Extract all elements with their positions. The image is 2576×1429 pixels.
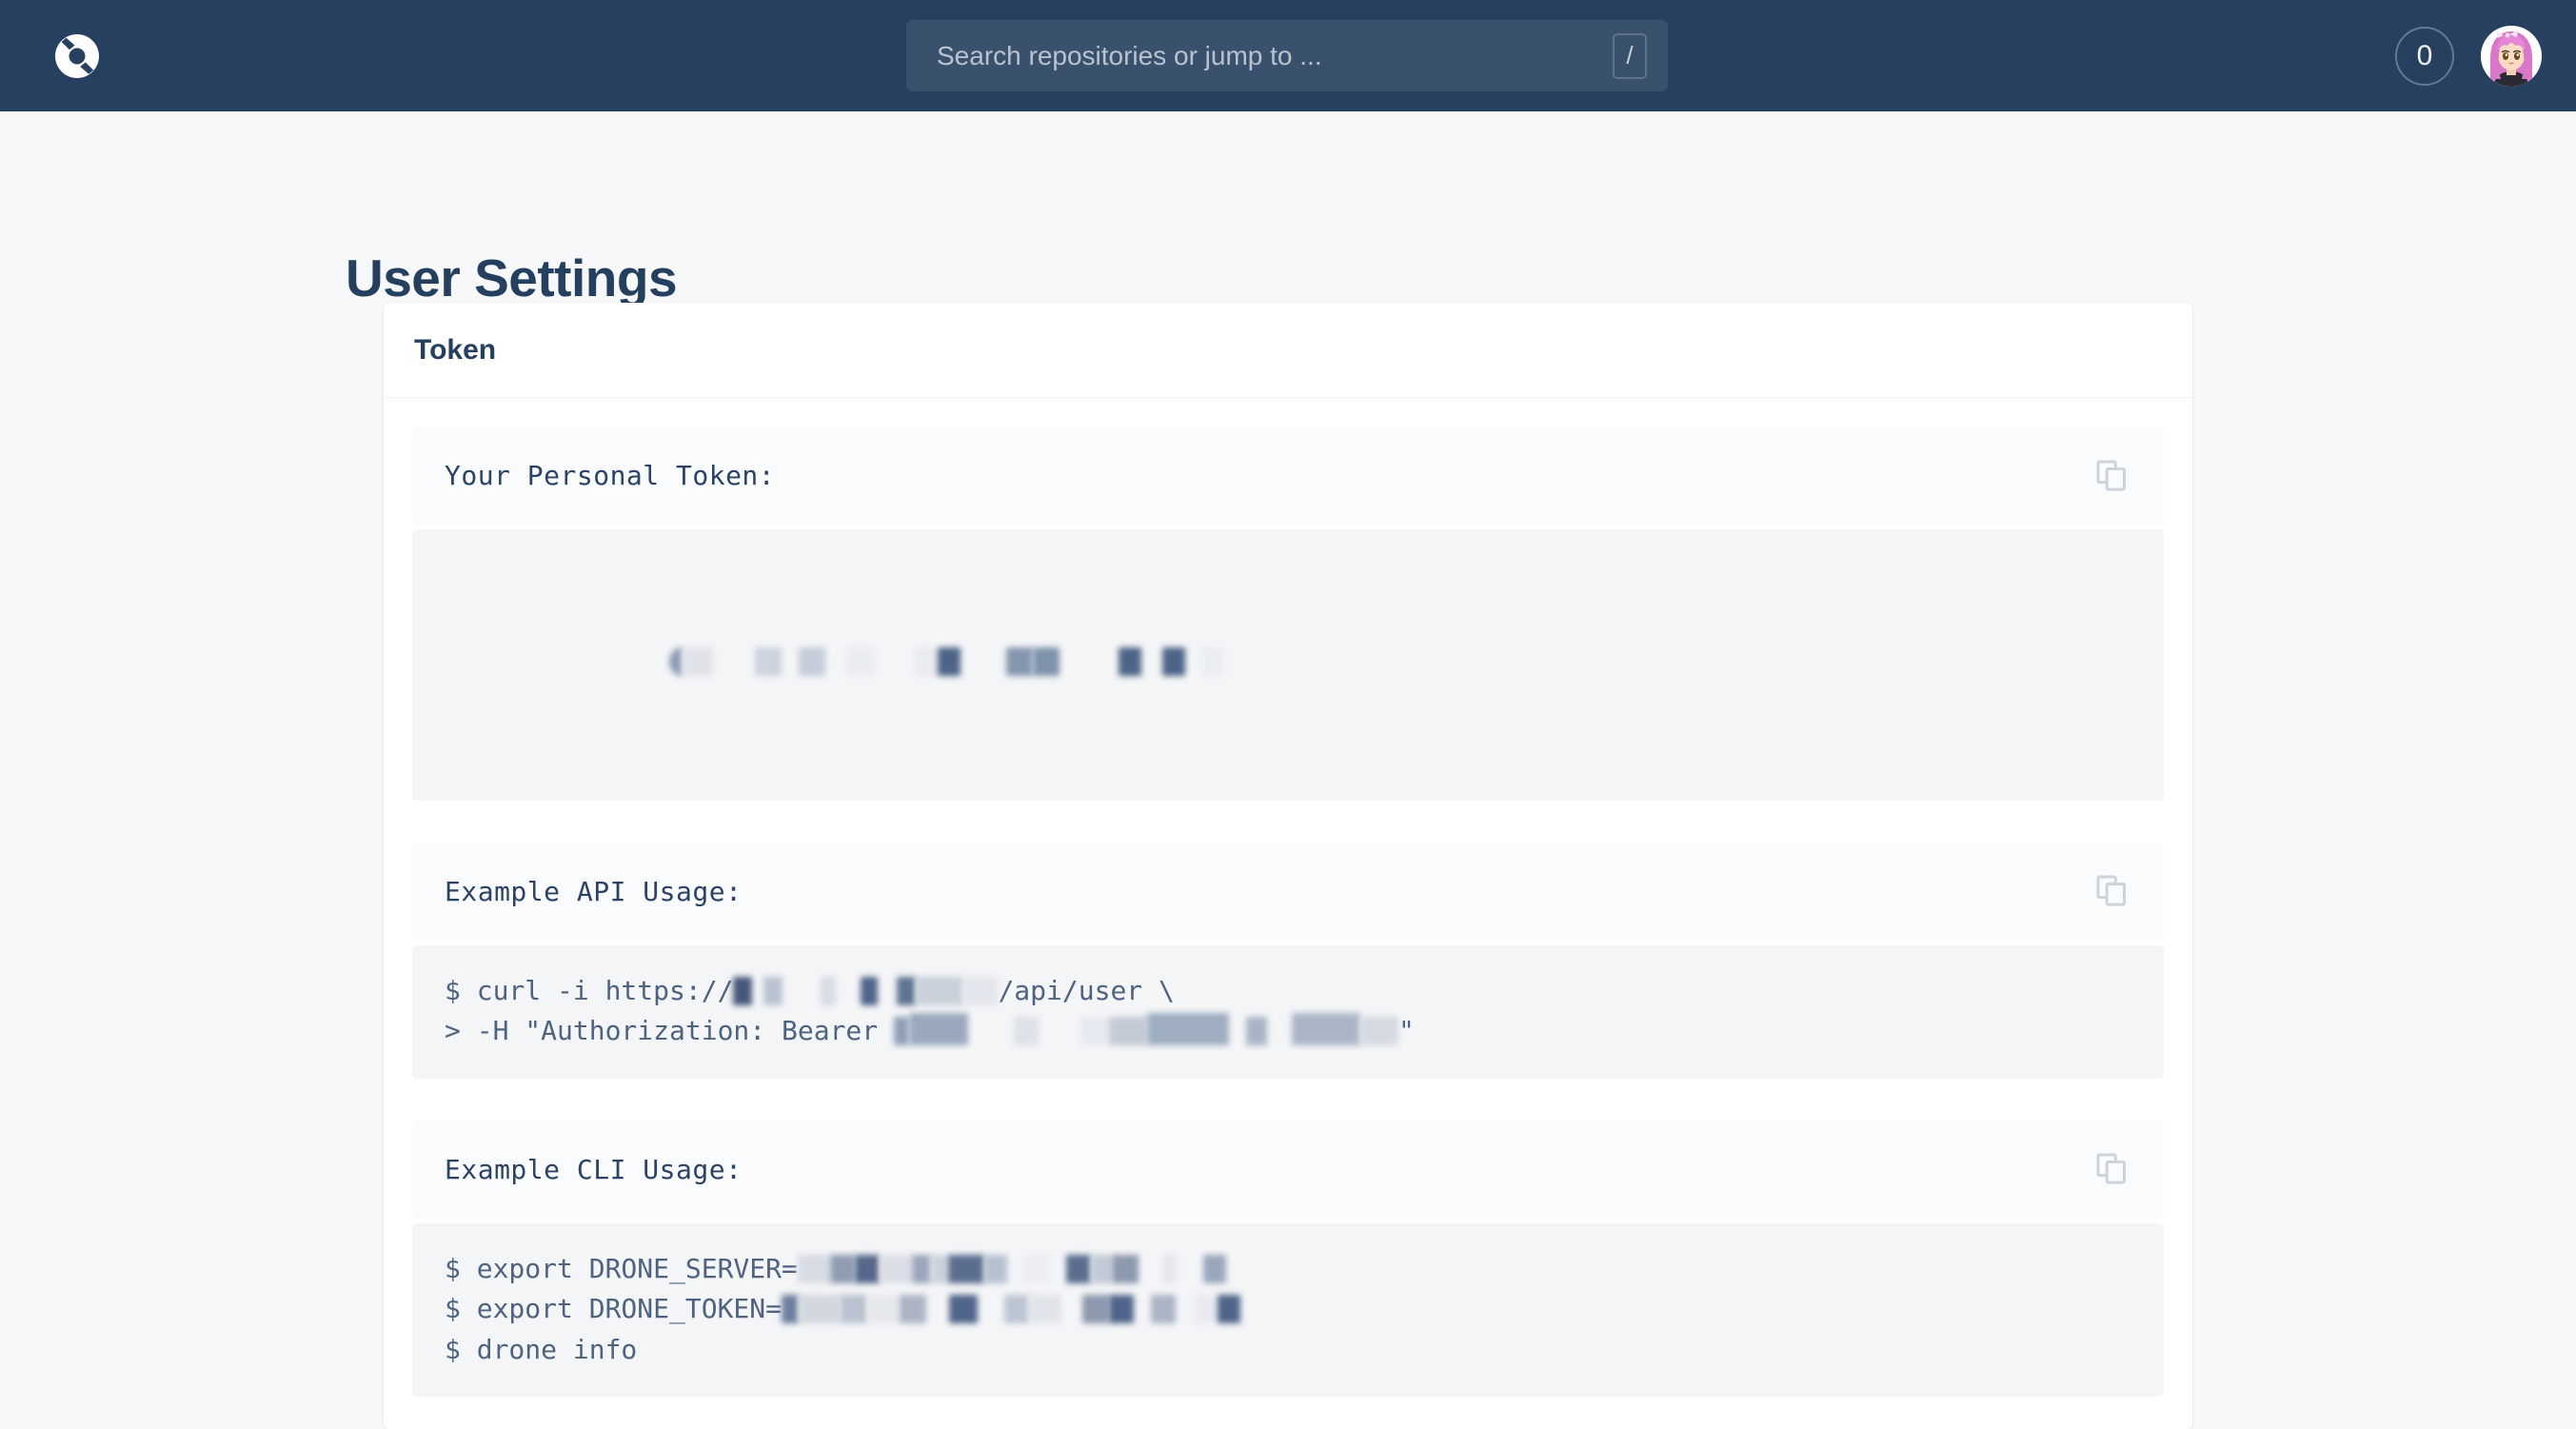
cli-usage-label: Example CLI Usage: — [445, 1153, 743, 1185]
search-shortcut-hint: / — [1613, 32, 1647, 79]
copy-icon-glyph — [2096, 460, 2126, 491]
copy-icon-glyph — [2096, 875, 2126, 906]
personal-token-section: Your Personal Token: — [412, 427, 2164, 525]
token-card-body: Your Personal Token: Example API Usage: — [384, 398, 2192, 1429]
cli-code-line-1-prefix: $ export DRONE_SERVER= — [445, 1252, 798, 1284]
api-code-line-2-suffix: " — [1398, 1015, 1415, 1047]
redacted-token — [541, 602, 1224, 724]
cli-code-line-3: $ drone info — [445, 1333, 638, 1365]
api-usage-section: Example API Usage: — [412, 842, 2164, 941]
api-usage-code[interactable]: $ curl -i https:// /api/user \ > -H "Auth… — [412, 944, 2164, 1079]
search-input[interactable] — [906, 20, 1668, 91]
redacted-host — [733, 971, 999, 1012]
copy-icon[interactable] — [2093, 872, 2131, 910]
api-code-line-1-suffix: /api/user \ — [998, 974, 1175, 1006]
copy-icon-glyph — [2096, 1153, 2126, 1184]
personal-token-value[interactable] — [412, 529, 2164, 801]
api-usage-label: Example API Usage: — [445, 875, 743, 907]
page-title: User Settings — [346, 248, 678, 308]
search-container: / — [906, 20, 1668, 91]
copy-icon[interactable] — [2093, 457, 2131, 495]
topbar-right-actions: 0 — [2395, 0, 2542, 111]
copy-icon[interactable] — [2093, 1150, 2131, 1188]
token-card-header: Token — [384, 303, 2192, 398]
drone-logo-icon[interactable] — [52, 31, 102, 81]
redacted-drone-token — [782, 1289, 1241, 1330]
notification-count-badge[interactable]: 0 — [2395, 26, 2454, 86]
cli-code-line-2-prefix: $ export DRONE_TOKEN= — [445, 1293, 783, 1325]
card-title: Token — [414, 334, 497, 366]
cli-usage-code[interactable]: $ export DRONE_SERVER= $ export DRONE_TO… — [412, 1222, 2164, 1398]
cli-usage-section: Example CLI Usage: — [412, 1120, 2164, 1219]
personal-token-label: Your Personal Token: — [445, 460, 776, 491]
api-code-line-2-prefix: > -H "Authorization: Bearer — [445, 1015, 895, 1047]
avatar[interactable] — [2481, 25, 2542, 87]
drone-logo-glyph — [55, 33, 99, 78]
redacted-drone-server — [797, 1249, 1226, 1290]
avatar-image — [2481, 25, 2542, 87]
token-card: Token Your Personal Token: Example API U… — [384, 303, 2192, 1429]
api-code-line-1-prefix: $ curl -i https:// — [445, 974, 734, 1006]
top-navigation-bar: / 0 — [0, 0, 2576, 111]
redacted-bearer-token — [894, 1011, 1399, 1052]
